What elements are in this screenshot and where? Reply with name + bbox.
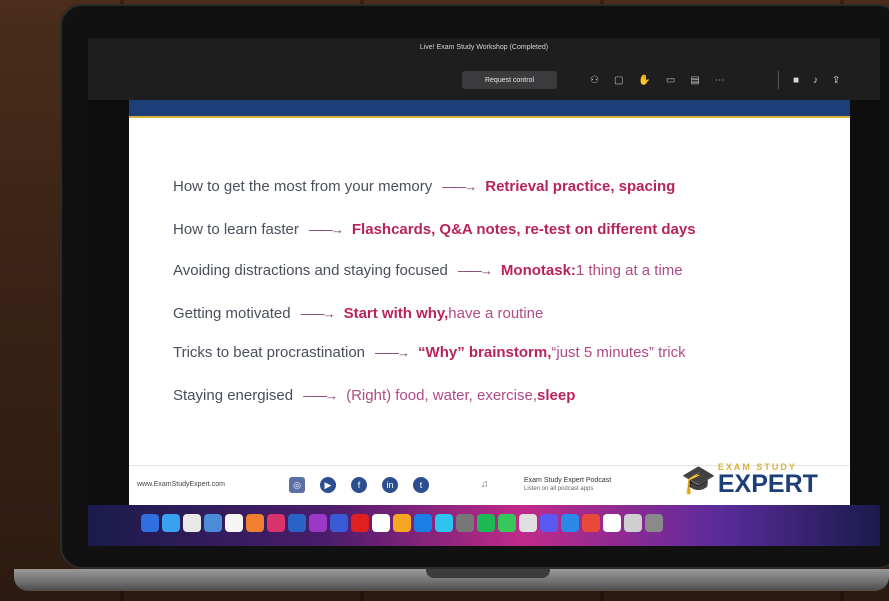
linkedin-icon[interactable]: in	[382, 477, 398, 493]
row-detail: (Right) food, water, exercise,	[346, 387, 538, 404]
podcast-subtitle: Listen on all podcast apps	[524, 486, 594, 492]
more-options-icon[interactable]: ⋯	[715, 75, 725, 86]
dock-app-icons	[141, 514, 663, 532]
share-icon[interactable]: ⇪	[832, 75, 840, 86]
slide-row: How to learn faster ——→ Flashcards, Q&A …	[173, 221, 696, 238]
row-topic: Staying energised	[173, 387, 294, 404]
notes-icon[interactable]	[372, 514, 390, 532]
meeting-title: Live! Exam Study Workshop (Completed)	[419, 44, 549, 51]
logo-main-text: EXPERT	[717, 470, 818, 498]
raise-hand-icon[interactable]: ✋	[638, 75, 650, 86]
row-detail: have a routine	[448, 305, 544, 322]
row-detail: 1 thing at a time	[575, 262, 683, 279]
arrow-icon: ——→	[442, 179, 477, 194]
mac-dock	[88, 505, 880, 546]
trash-icon[interactable]	[645, 514, 663, 532]
app-store-icon[interactable]	[435, 514, 453, 532]
row-highlight: Retrieval practice, spacing	[485, 178, 676, 195]
document-icon[interactable]	[603, 514, 621, 532]
mic-icon[interactable]: ♪	[813, 75, 818, 86]
teams-icon[interactable]	[540, 514, 558, 532]
slide-header-band	[129, 100, 850, 116]
podcast-icon: ♫	[481, 479, 489, 490]
firefox-icon[interactable]	[582, 514, 600, 532]
launchpad-icon[interactable]	[162, 514, 180, 532]
illustrator-icon[interactable]	[246, 514, 264, 532]
row-highlight: Monotask:	[500, 262, 576, 279]
messages-icon[interactable]	[498, 514, 516, 532]
row-topic: How to get the most from your memory	[173, 178, 433, 195]
photos-icon[interactable]	[519, 514, 537, 532]
chat-icon[interactable]: ▢	[614, 75, 623, 86]
website-link[interactable]: www.ExamStudyExpert.com	[137, 481, 225, 488]
row-highlight: Start with why,	[343, 305, 449, 322]
media-controls: ■ ♪ ⇪	[793, 71, 840, 89]
layout-icon[interactable]: ▤	[690, 75, 699, 86]
finder-icon[interactable]	[141, 514, 159, 532]
meeting-toolbar: Live! Exam Study Workshop (Completed) Re…	[88, 38, 880, 100]
safari-icon[interactable]	[183, 514, 201, 532]
row-topic: Tricks to beat procrastination	[173, 344, 366, 361]
facebook-icon[interactable]: f	[351, 477, 367, 493]
meeting-controls: ⚇ ▢ ✋ ▭ ▤ ⋯	[590, 71, 725, 89]
laptop-notch	[426, 569, 550, 578]
arrow-icon: ——→	[300, 306, 336, 321]
word-icon[interactable]	[330, 514, 348, 532]
arrow-icon: ——→	[375, 345, 410, 360]
slide-row: Tricks to beat procrastination ——→ “Why”…	[173, 344, 686, 361]
settings-icon[interactable]	[456, 514, 474, 532]
camera-icon[interactable]: ■	[793, 75, 799, 86]
toolbar-divider	[778, 71, 779, 89]
outlook-icon[interactable]	[414, 514, 432, 532]
graduation-cap-icon: 🎓	[681, 463, 716, 495]
row-detail: “just 5 minutes” trick	[551, 344, 686, 361]
spotify-icon[interactable]	[477, 514, 495, 532]
instagram-icon[interactable]: ◎	[289, 477, 305, 493]
exam-study-expert-logo: 🎓 EXAM STUDY EXPERT	[681, 462, 818, 498]
zoom-icon[interactable]	[561, 514, 579, 532]
presentation-slide: How to get the most from your memory ——→…	[129, 100, 850, 506]
row-highlight: Flashcards, Q&A notes, re-test on differ…	[351, 221, 696, 238]
row-highlight: “Why” brainstorm,	[418, 344, 552, 361]
premiere-icon[interactable]	[309, 514, 327, 532]
social-links: ◎ ▶ f in t	[289, 477, 429, 493]
slide-accent-line	[129, 116, 850, 118]
photoshop-icon[interactable]	[288, 514, 306, 532]
arrow-icon: ——→	[303, 388, 338, 403]
twitter-icon[interactable]: t	[413, 477, 429, 493]
laptop-screen: Live! Exam Study Workshop (Completed) Re…	[88, 38, 880, 546]
mail-icon[interactable]	[204, 514, 222, 532]
chrome-icon[interactable]	[393, 514, 411, 532]
slide-row: How to get the most from your memory ——→…	[173, 178, 675, 195]
request-control-button[interactable]: Request control	[462, 71, 557, 89]
arrow-icon: ——→	[457, 263, 493, 278]
people-icon[interactable]: ⚇	[590, 75, 599, 86]
youtube-icon[interactable]: ▶	[320, 477, 336, 493]
row-topic: How to learn faster	[173, 221, 299, 238]
slide-row: Avoiding distractions and staying focuse…	[173, 262, 683, 279]
slide-footer: www.ExamStudyExpert.com ◎ ▶ f in t ♫ Exa…	[129, 462, 850, 506]
slide-row: Getting motivated ——→ Start with why, ha…	[173, 305, 543, 322]
row-topic: Avoiding distractions and staying focuse…	[173, 262, 448, 279]
acrobat-icon[interactable]	[351, 514, 369, 532]
calendar-icon[interactable]	[225, 514, 243, 532]
podcast-info: Exam Study Expert Podcast Listen on all …	[524, 476, 611, 494]
row-highlight: sleep	[537, 387, 576, 404]
arrow-icon: ——→	[308, 222, 344, 237]
slide-row: Staying energised ——→ (Right) food, wate…	[173, 387, 575, 404]
folder-icon[interactable]	[624, 514, 642, 532]
podcast-title: Exam Study Expert Podcast	[524, 477, 612, 484]
view-icon[interactable]: ▭	[666, 75, 675, 86]
indesign-icon[interactable]	[267, 514, 285, 532]
row-topic: Getting motivated	[173, 305, 291, 322]
